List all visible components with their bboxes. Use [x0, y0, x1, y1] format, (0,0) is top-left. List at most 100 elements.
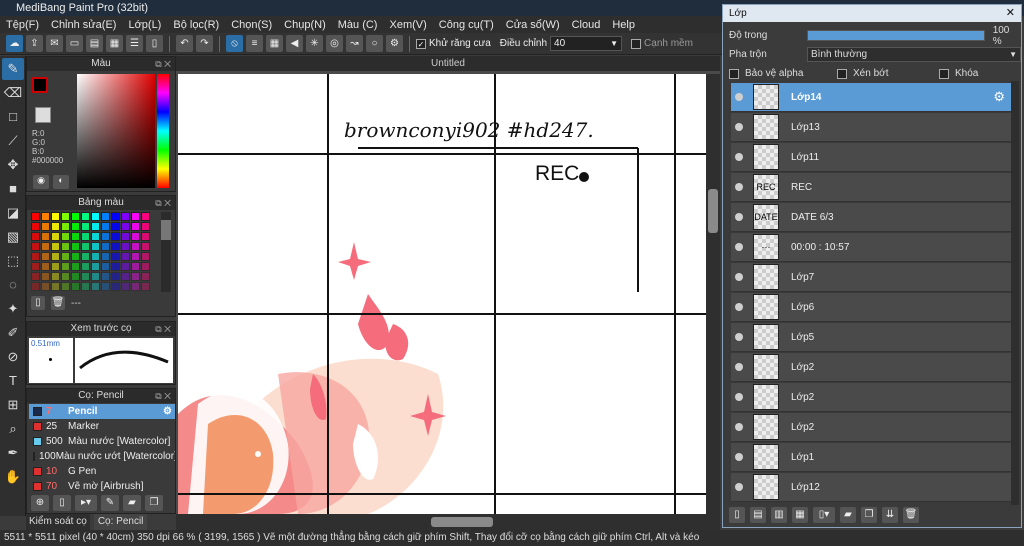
folder-icon[interactable]: ▰: [123, 495, 141, 511]
eye-icon[interactable]: [735, 273, 743, 281]
color-swatch[interactable]: [81, 232, 90, 241]
comment-icon[interactable]: ✉: [46, 35, 63, 52]
color-swatch[interactable]: [91, 242, 100, 251]
eye-icon[interactable]: [735, 213, 743, 221]
color-swatch[interactable]: [141, 242, 150, 251]
color-swatch[interactable]: [131, 212, 140, 221]
tab-untitled[interactable]: Untitled: [431, 58, 465, 69]
color-swatch[interactable]: [121, 282, 130, 291]
canvas-vscrollbar[interactable]: [706, 74, 720, 514]
circle-snap-icon[interactable]: ○: [366, 35, 383, 52]
color-swatch[interactable]: [61, 252, 70, 261]
color-swatch[interactable]: [61, 212, 70, 221]
select-rect-icon[interactable]: ⬚: [2, 250, 24, 272]
color-swatch[interactable]: [51, 222, 60, 231]
color-swatch[interactable]: [121, 252, 130, 261]
new-swatch-icon[interactable]: ▯: [31, 296, 45, 310]
color-swatch[interactable]: [81, 242, 90, 251]
new-layer-icon[interactable]: ▯: [729, 507, 745, 523]
trash-icon[interactable]: 🗑: [903, 507, 919, 523]
eye-icon[interactable]: [735, 393, 743, 401]
color-swatch[interactable]: [91, 272, 100, 281]
snap-off-icon[interactable]: ⦸: [226, 35, 243, 52]
layer-row[interactable]: Lớp14 ⚙: [731, 83, 1011, 112]
canvas-hscrollbar[interactable]: [176, 514, 720, 530]
add-brush-icon[interactable]: ⊕: [31, 495, 49, 511]
popout-icon[interactable]: ⧉ ✕: [155, 196, 171, 210]
duplicate-layer-icon[interactable]: ❐: [861, 507, 877, 523]
lasso-icon[interactable]: ◌: [2, 274, 24, 296]
transparent-swatch[interactable]: [35, 107, 51, 123]
color-swatch[interactable]: [31, 272, 40, 281]
close-icon[interactable]: ✕: [1006, 5, 1015, 22]
layer-row[interactable]: DATE DATE 6/3: [731, 203, 1011, 232]
settings-icon[interactable]: ⚙: [386, 35, 403, 52]
color-swatch[interactable]: [91, 262, 100, 271]
gradient-icon[interactable]: ▧: [2, 226, 24, 248]
color-swatch[interactable]: [131, 232, 140, 241]
color-swatch[interactable]: [141, 222, 150, 231]
move-icon[interactable]: ✥: [2, 154, 24, 176]
color-swatch[interactable]: [31, 232, 40, 241]
eye-icon[interactable]: [735, 453, 743, 461]
color-swatch[interactable]: [101, 272, 110, 281]
color-swatch[interactable]: [71, 242, 80, 251]
list-icon[interactable]: ☰: [126, 35, 143, 52]
new-8bit-layer-icon[interactable]: ▥: [771, 507, 787, 523]
line-tool-icon[interactable]: ⟋: [2, 130, 24, 152]
color-swatch[interactable]: [91, 212, 100, 221]
color-swatch[interactable]: [101, 242, 110, 251]
select-eraser-icon[interactable]: ⊘: [2, 346, 24, 368]
opacity-slider[interactable]: [806, 30, 985, 41]
eye-icon[interactable]: [735, 303, 743, 311]
layer-row[interactable]: Lớp11: [731, 143, 1011, 172]
color-swatch[interactable]: [71, 272, 80, 281]
cloud-icon[interactable]: ☁: [6, 35, 23, 52]
layer-row[interactable]: Lớp6: [731, 293, 1011, 322]
color-swatch[interactable]: [131, 282, 140, 291]
fill-rect-icon[interactable]: ■: [2, 178, 24, 200]
brush-item[interactable]: 10 G Pen: [29, 464, 175, 479]
brush-item[interactable]: 7 Pencil ⚙: [29, 404, 175, 419]
eraser-icon[interactable]: ⌫: [2, 82, 24, 104]
color-swatch[interactable]: [31, 252, 40, 261]
color-swatch[interactable]: [41, 282, 50, 291]
radial-snap-icon[interactable]: ✳: [306, 35, 323, 52]
trash-icon[interactable]: 🗑: [51, 296, 65, 310]
color-swatch[interactable]: [111, 282, 120, 291]
duplicate-icon[interactable]: ❐: [145, 495, 163, 511]
palette-icon[interactable]: ◐: [53, 175, 69, 189]
new-brush-icon[interactable]: ▯: [53, 495, 71, 511]
popout-icon[interactable]: ⧉ ✕: [155, 389, 171, 403]
eye-icon[interactable]: [735, 363, 743, 371]
eye-icon[interactable]: [735, 423, 743, 431]
color-swatch[interactable]: [91, 252, 100, 261]
blend-select[interactable]: Bình thường ▼: [807, 47, 1021, 62]
gear-icon[interactable]: ⚙: [163, 406, 172, 417]
menu-cloud[interactable]: Cloud: [572, 19, 601, 31]
color-swatch[interactable]: [71, 232, 80, 241]
menu-select[interactable]: Chọn(S): [231, 19, 272, 31]
eyedrop-icon[interactable]: ◉: [33, 175, 49, 189]
color-swatch[interactable]: [111, 232, 120, 241]
color-swatch[interactable]: [31, 222, 40, 231]
color-swatch[interactable]: [121, 222, 130, 231]
eye-icon[interactable]: [735, 483, 743, 491]
color-swatch[interactable]: [31, 242, 40, 251]
menu-help[interactable]: Help: [612, 19, 635, 31]
color-swatch[interactable]: [71, 282, 80, 291]
menu-view[interactable]: Xem(V): [389, 19, 426, 31]
color-swatch[interactable]: [81, 252, 90, 261]
curve-snap-icon[interactable]: ↝: [346, 35, 363, 52]
correction-select[interactable]: 40 ▼: [550, 36, 623, 51]
color-swatch[interactable]: [41, 242, 50, 251]
layer-row[interactable]: Lớp13: [731, 113, 1011, 142]
color-swatch[interactable]: [101, 232, 110, 241]
color-swatch[interactable]: [41, 272, 50, 281]
menu-filter[interactable]: Bộ lọc(R): [173, 19, 219, 31]
color-swatch[interactable]: [111, 222, 120, 231]
eye-icon[interactable]: [735, 93, 743, 101]
color-swatch[interactable]: [61, 222, 70, 231]
new-1bit-layer-icon[interactable]: ▦: [792, 507, 808, 523]
tab-brush-control[interactable]: Kiểm soát cọ: [26, 514, 90, 530]
